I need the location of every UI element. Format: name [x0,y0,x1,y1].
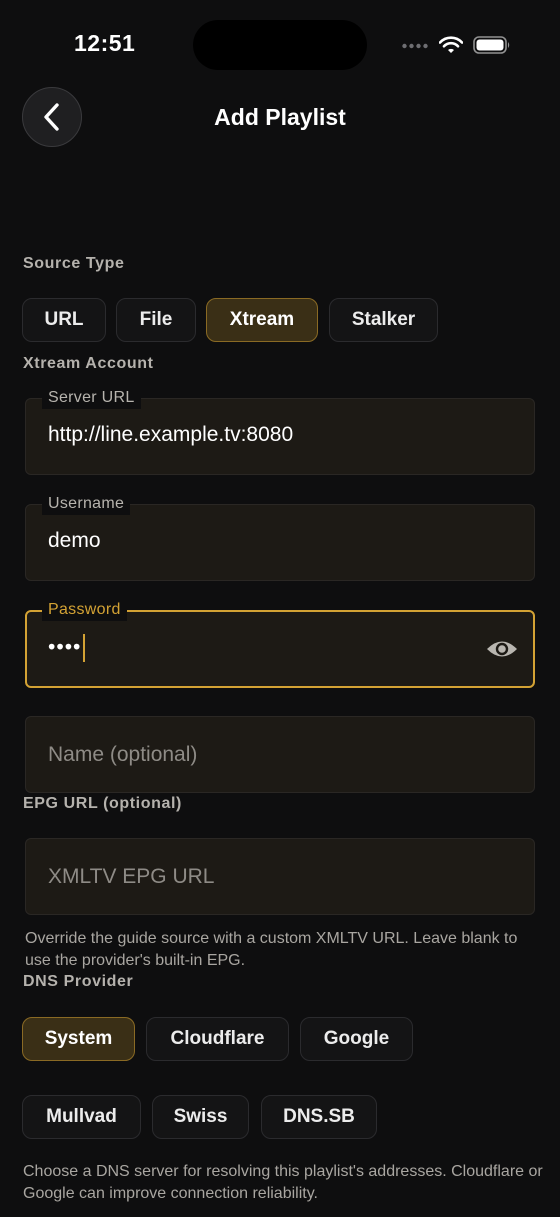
dns-swiss-chip[interactable]: Swiss [152,1095,249,1139]
password-value: •••• [48,634,86,662]
username-value: demo [48,529,101,552]
status-time: 12:51 [74,30,136,56]
server-url-label: Server URL [42,387,141,409]
dns-chips-row-2: Mullvad Swiss DNS.SB [0,1095,560,1139]
dynamic-island [193,20,367,70]
epg-url-placeholder: XMLTV EPG URL [48,865,215,888]
wifi-icon [439,36,463,53]
username-label: Username [42,493,131,515]
dns-dnssb-chip[interactable]: DNS.SB [261,1095,377,1139]
epg-url-field[interactable]: XMLTV EPG URL [25,838,535,915]
dns-chips-row-1: System Cloudflare Google [0,1017,560,1061]
battery-icon [473,36,510,54]
server-url-field[interactable]: Server URL http://line.example.tv:8080 [25,387,535,475]
page-title: Add Playlist [214,104,346,130]
xtream-account-label: Xtream Account [23,355,154,372]
dns-google-chip[interactable]: Google [300,1017,413,1061]
source-type-stalker-chip[interactable]: Stalker [329,298,438,342]
password-field[interactable]: Password •••• [25,599,535,688]
text-caret [83,634,86,662]
dns-provider-label: DNS Provider [23,973,134,990]
password-label: Password [42,599,127,621]
name-field[interactable]: Name (optional) [25,716,535,793]
dns-helper-text: Choose a DNS server for resolving this p… [23,1163,543,1202]
source-type-xtream-chip[interactable]: Xtream [206,298,318,342]
epg-helper-text: Override the guide source with a custom … [25,930,518,969]
dns-system-chip[interactable]: System [22,1017,135,1061]
source-type-chips: URL File Xtream Stalker [0,298,560,342]
name-placeholder: Name (optional) [48,743,198,766]
eye-icon[interactable] [485,636,519,662]
server-url-value: http://line.example.tv:8080 [48,423,294,446]
source-type-file-chip[interactable]: File [116,298,196,342]
dns-cloudflare-chip[interactable]: Cloudflare [146,1017,289,1061]
dns-mullvad-chip[interactable]: Mullvad [22,1095,141,1139]
source-type-label: Source Type [23,255,125,272]
signal-icon [402,43,428,49]
password-dots: •••• [48,635,82,659]
username-field[interactable]: Username demo [25,493,535,581]
source-type-url-chip[interactable]: URL [22,298,106,342]
epg-url-label: EPG URL (optional) [23,795,182,812]
